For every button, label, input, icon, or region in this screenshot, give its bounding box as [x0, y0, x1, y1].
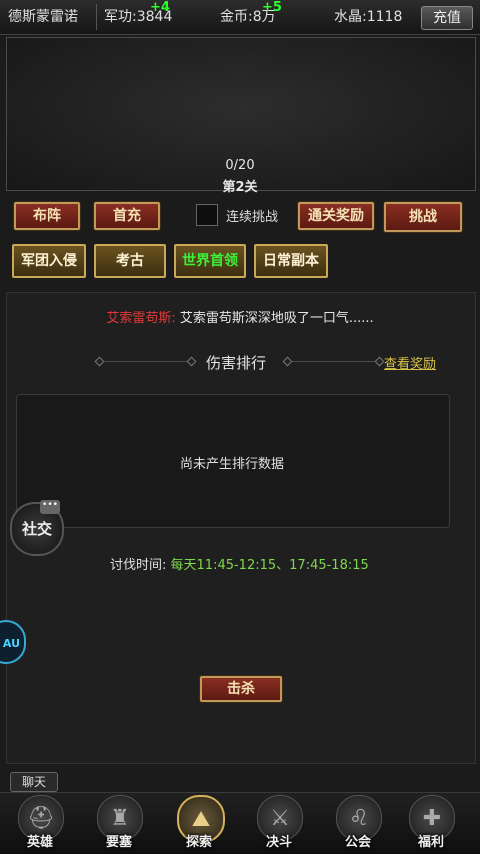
chat-bubble-icon: ••• [40, 500, 60, 514]
nav-explore[interactable]: ⛰ 探索 [170, 795, 228, 851]
clear-reward-button[interactable]: 通关奖励 [298, 202, 374, 230]
challenge-button[interactable]: 挑战 [384, 202, 462, 232]
ranking-empty-text: 尚未产生排行数据 [179, 457, 284, 472]
nav-heroes[interactable]: ⛑ 英雄 [11, 795, 69, 851]
divider [96, 4, 97, 30]
message-speaker: 艾索雷苟斯: [106, 311, 176, 326]
nav-label: 英雄 [26, 835, 53, 850]
stage-progress: 0/20 [225, 158, 255, 173]
continuous-challenge-label: 连续挑战 [226, 210, 279, 225]
nav-duel[interactable]: ⚔ 决斗 [250, 795, 308, 851]
divider-right [288, 361, 380, 362]
crystal-label: 水晶: [334, 9, 367, 25]
message-text: 艾索雷苟斯深深地吸了一口气...... [179, 311, 374, 326]
schedule: 讨伐时间: 每天11:45-12:15、17:45-18:15 [110, 554, 369, 573]
world-boss-button[interactable]: 世界首领 [174, 244, 246, 278]
legion-invasion-button[interactable]: 军团入侵 [12, 244, 86, 278]
recharge-button[interactable]: 充值 [421, 6, 473, 30]
nav-label: 公会 [344, 835, 371, 850]
merit-label: 军功: [104, 9, 137, 25]
formation-button[interactable]: 布阵 [14, 202, 80, 230]
continuous-challenge-checkbox[interactable] [196, 204, 218, 226]
nav-fortress[interactable]: ♜ 要塞 [90, 795, 148, 851]
archaeology-button[interactable]: 考古 [94, 244, 166, 278]
nav-label: 探索 [185, 835, 212, 850]
nav-label: 福利 [417, 835, 444, 850]
stage-level: 第2关 [222, 180, 258, 195]
nav-label: 决斗 [265, 835, 292, 850]
kill-button[interactable]: 击杀 [200, 676, 282, 702]
nav-guild[interactable]: ♌ 公会 [329, 795, 387, 851]
nav-welfare[interactable]: ✚ 福利 [402, 795, 460, 851]
view-reward-link[interactable]: 查看奖励 [384, 353, 436, 372]
nav-label: 要塞 [105, 835, 132, 850]
divider-left [100, 361, 192, 362]
gold-delta: +5 [262, 0, 282, 15]
top-bar: 德斯蒙雷诺 军功:3844 +4 金币:8万 +5 水晶:1118 充值 [0, 0, 480, 35]
schedule-value: 每天11:45-12:15、17:45-18:15 [170, 558, 369, 573]
first-recharge-button[interactable]: 首充 [94, 202, 160, 230]
player-name[interactable]: 德斯蒙雷诺 [8, 0, 78, 34]
chat-tab[interactable]: 聊天 [10, 772, 58, 792]
boss-message: 艾索雷苟斯: 艾索雷苟斯深深地吸了一口气...... [0, 307, 480, 326]
merit-delta: +4 [150, 0, 170, 15]
crystal-display: 水晶:1118 [334, 0, 402, 34]
daily-dungeon-button[interactable]: 日常副本 [254, 244, 328, 278]
gold-label: 金币: [220, 9, 253, 25]
crystal-value: 1118 [366, 9, 403, 25]
schedule-label: 讨伐时间: [110, 558, 167, 573]
ranking-title: 伤害排行 [206, 354, 267, 372]
